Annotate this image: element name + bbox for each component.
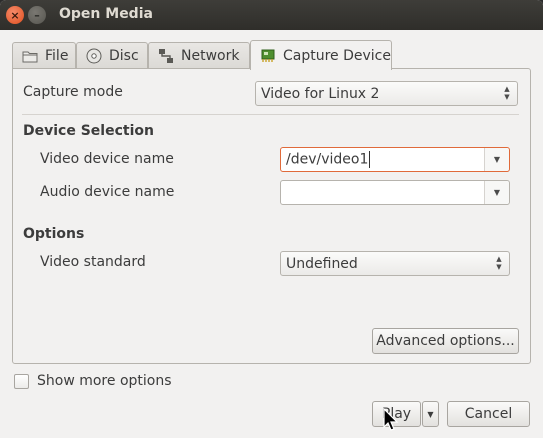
cancel-button[interactable]: Cancel (447, 401, 530, 427)
video-device-value: /dev/video1 (286, 151, 369, 168)
video-device-input[interactable]: /dev/video1 (281, 151, 484, 168)
titlebar: × – Open Media (0, 0, 543, 30)
video-device-label: Video device name (40, 151, 174, 167)
capture-device-panel (12, 68, 531, 364)
video-device-combobox[interactable]: /dev/video1 ▼ (280, 147, 510, 172)
close-window-button[interactable]: × (6, 6, 24, 24)
device-selection-heading: Device Selection (23, 123, 154, 139)
play-options-dropdown[interactable]: ▼ (422, 401, 439, 427)
tab-capture-device[interactable]: Capture Device (250, 40, 392, 70)
updown-arrows-icon: ▲ ▼ (504, 85, 510, 101)
window-title: Open Media (59, 6, 153, 22)
tab-network[interactable]: Network (148, 42, 250, 69)
advanced-options-label: Advanced options... (376, 333, 515, 349)
chevron-down-icon[interactable]: ▼ (484, 148, 509, 171)
tab-file[interactable]: File (12, 42, 76, 69)
tab-network-label: Network (181, 48, 240, 64)
text-caret (369, 151, 371, 168)
audio-device-label: Audio device name (40, 184, 175, 200)
tab-disc-label: Disc (109, 48, 139, 64)
minimize-window-button[interactable]: – (28, 6, 46, 24)
chevron-down-icon[interactable]: ▼ (484, 181, 509, 204)
capture-mode-select[interactable]: Video for Linux 2 ▲ ▼ (255, 81, 518, 106)
tab-capture-device-label: Capture Device (283, 47, 391, 64)
chevron-down-icon: ▼ (427, 409, 434, 419)
capture-mode-label: Capture mode (23, 84, 123, 100)
disc-icon (85, 48, 103, 64)
separator (22, 114, 519, 115)
cancel-label: Cancel (464, 406, 513, 422)
show-more-options-label[interactable]: Show more options (37, 373, 172, 389)
mouse-pointer-icon (383, 408, 399, 431)
capture-card-icon (259, 48, 277, 64)
open-media-dialog: × – Open Media File Disc Network Capture… (0, 0, 543, 438)
minimize-icon: – (34, 8, 40, 22)
video-standard-value: Undefined (286, 255, 358, 272)
show-more-options-checkbox[interactable] (14, 374, 29, 389)
tab-file-label: File (45, 48, 69, 64)
options-heading: Options (23, 226, 85, 242)
close-icon: × (10, 8, 20, 22)
video-standard-label: Video standard (40, 254, 146, 270)
capture-mode-value: Video for Linux 2 (261, 85, 380, 102)
audio-device-combobox[interactable]: ▼ (280, 180, 510, 205)
video-standard-select[interactable]: Undefined ▲ ▼ (280, 251, 510, 276)
network-icon (157, 48, 175, 64)
advanced-options-button[interactable]: Advanced options... (372, 328, 519, 354)
tab-disc[interactable]: Disc (76, 42, 148, 69)
updown-arrows-icon: ▲ ▼ (496, 255, 502, 271)
folder-icon (21, 48, 39, 64)
